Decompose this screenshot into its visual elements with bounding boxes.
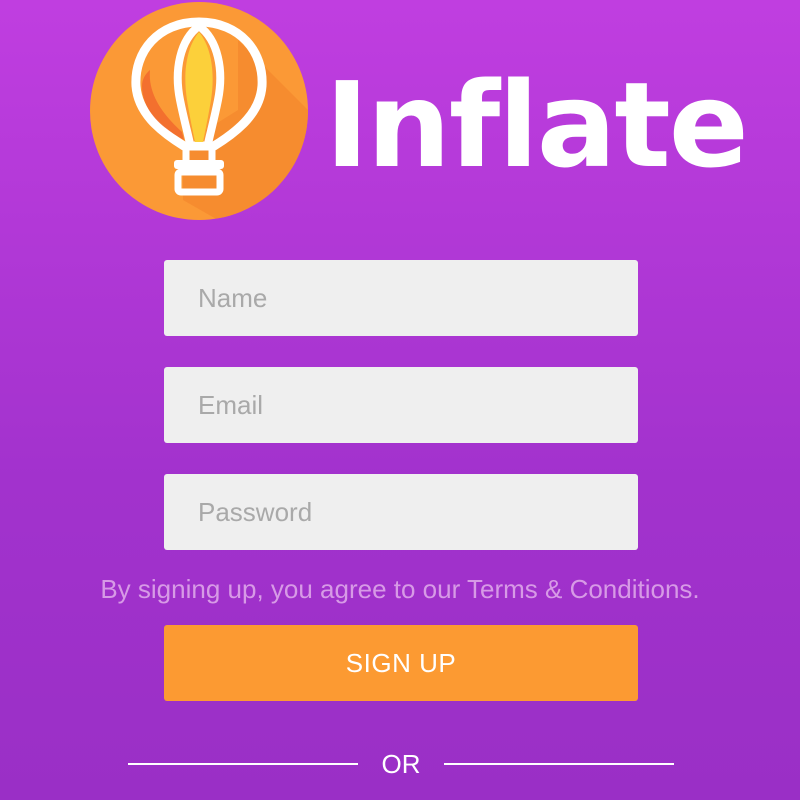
email-input[interactable] — [164, 367, 638, 443]
name-input[interactable] — [164, 260, 638, 336]
terms-notice: By signing up, you agree to our Terms & … — [100, 574, 700, 604]
signup-button[interactable]: SIGN UP — [164, 625, 638, 701]
divider-left — [128, 763, 358, 765]
brand-name: Inflate — [325, 56, 749, 194]
divider-right — [444, 763, 674, 765]
password-input[interactable] — [164, 474, 638, 550]
hot-air-balloon-icon — [90, 2, 308, 220]
or-separator: OR — [381, 749, 421, 779]
app-logo — [88, 0, 310, 222]
